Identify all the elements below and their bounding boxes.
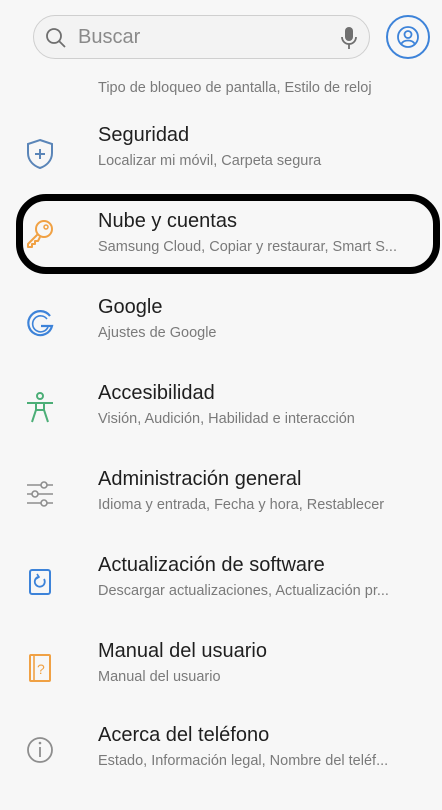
- settings-item-subtitle: Localizar mi móvil, Carpeta segura: [98, 153, 322, 169]
- settings-item-title: Manual del usuario: [98, 640, 267, 662]
- settings-item-subtitle: Ajustes de Google: [98, 325, 217, 341]
- settings-item-accesibilidad[interactable]: Accesibilidad Visión, Audición, Habilida…: [0, 382, 442, 468]
- settings-item-seguridad[interactable]: Seguridad Localizar mi móvil, Carpeta se…: [0, 124, 442, 210]
- microphone-icon[interactable]: [337, 25, 361, 56]
- settings-item-subtitle: Idioma y entrada, Fecha y hora, Restable…: [98, 497, 385, 513]
- settings-item-manual[interactable]: ? Manual del usuario Manual del usuario: [0, 640, 442, 726]
- search-input[interactable]: [78, 24, 308, 50]
- sliders-icon: [22, 476, 58, 512]
- accessibility-icon: [22, 390, 58, 426]
- shield-icon: [22, 136, 58, 172]
- settings-item-subtitle: Descargar actualizaciones, Actualización…: [98, 583, 389, 599]
- settings-item-title: Acerca del teléfono: [98, 724, 270, 746]
- profile-button[interactable]: [386, 15, 430, 59]
- settings-item-actualizacion[interactable]: Actualización de software Descargar actu…: [0, 554, 442, 640]
- settings-item-title: Nube y cuentas: [98, 210, 237, 232]
- settings-item-subtitle: Samsung Cloud, Copiar y restaurar, Smart…: [98, 239, 397, 255]
- settings-item-nube-cuentas[interactable]: Nube y cuentas Samsung Cloud, Copiar y r…: [0, 210, 442, 296]
- settings-item-administracion[interactable]: Administración general Idioma y entrada,…: [0, 468, 442, 554]
- svg-text:?: ?: [37, 661, 45, 677]
- settings-item-title: Administración general: [98, 468, 302, 490]
- info-icon: [22, 732, 58, 768]
- search-bar[interactable]: [33, 15, 370, 59]
- manual-icon: ?: [22, 650, 58, 686]
- search-header: [0, 0, 442, 78]
- settings-item-acerca[interactable]: Acerca del teléfono Estado, Información …: [0, 724, 442, 810]
- settings-item-title: Accesibilidad: [98, 382, 215, 404]
- search-icon: [44, 26, 68, 55]
- profile-icon: [397, 26, 419, 48]
- settings-item-subtitle: Manual del usuario: [98, 669, 221, 685]
- google-icon: [22, 306, 58, 342]
- settings-item-title: Seguridad: [98, 124, 190, 146]
- settings-item-google[interactable]: Google Ajustes de Google: [0, 296, 442, 382]
- settings-item-subtitle: Tipo de bloqueo de pantalla, Estilo de r…: [98, 80, 372, 96]
- settings-item-subtitle: Visión, Audición, Habilidad e interacció…: [98, 411, 355, 427]
- settings-item-subtitle: Estado, Información legal, Nombre del te…: [98, 753, 389, 769]
- settings-item-title: Actualización de software: [98, 554, 325, 576]
- update-icon: [22, 564, 58, 600]
- key-icon: [22, 216, 58, 252]
- settings-item-title: Google: [98, 296, 163, 318]
